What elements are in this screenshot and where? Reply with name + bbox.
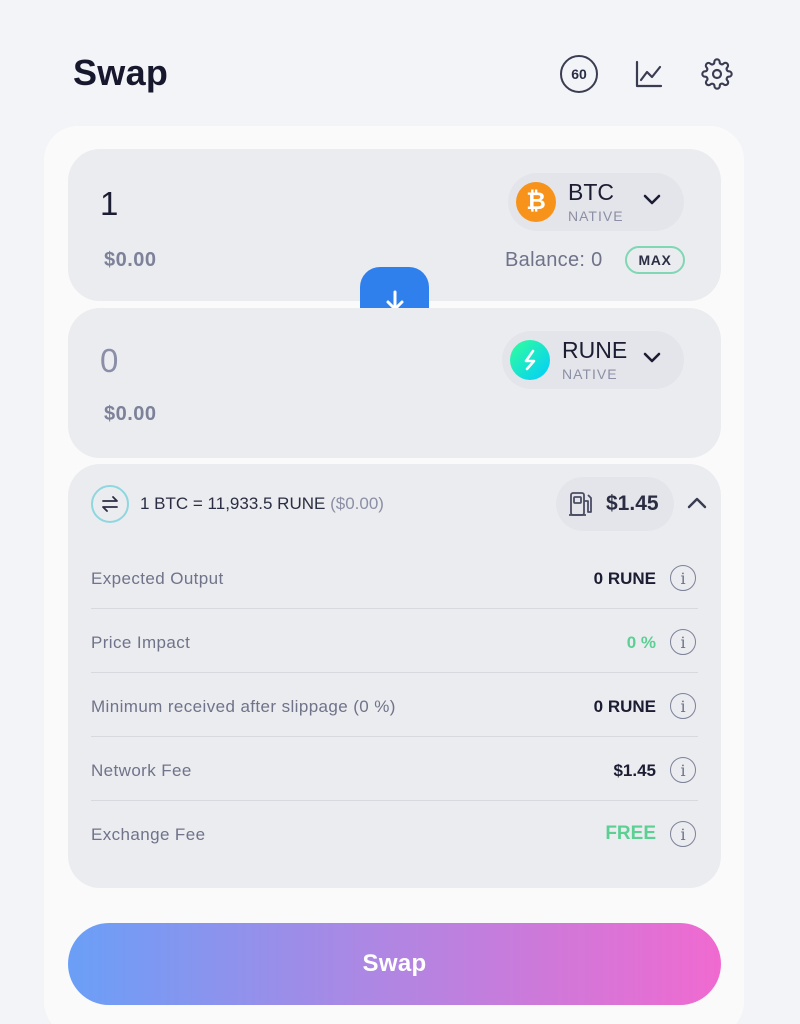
total-fee-pill[interactable]: $1.45 <box>556 477 674 531</box>
exchange-rate-icon <box>91 485 129 523</box>
detail-row-network-fee: Network Fee $1.45 i <box>91 737 698 801</box>
detail-row-minimum-received: Minimum received after slippage (0 %) 0 … <box>91 673 698 737</box>
detail-label: Exchange Fee <box>91 825 206 844</box>
detail-value: 0 RUNE <box>593 569 656 588</box>
refresh-timer-icon[interactable]: 60 <box>560 55 598 93</box>
detail-value: 0 % <box>626 633 656 652</box>
to-asset-selector[interactable]: RUNE NATIVE <box>502 331 684 389</box>
info-icon[interactable]: i <box>670 757 696 783</box>
chevron-up-icon[interactable] <box>686 495 708 511</box>
detail-value: $1.45 <box>613 761 656 780</box>
info-icon[interactable]: i <box>670 629 696 655</box>
info-icon[interactable]: i <box>670 693 696 719</box>
chevron-down-icon <box>643 352 661 363</box>
detail-row-expected-output: Expected Output 0 RUNE i <box>91 545 698 609</box>
to-asset-network: NATIVE <box>562 366 618 382</box>
detail-row-price-impact: Price Impact 0 % i <box>91 609 698 673</box>
info-icon[interactable]: i <box>670 565 696 591</box>
gear-icon[interactable] <box>701 58 733 90</box>
from-asset-network: NATIVE <box>568 208 624 224</box>
swap-page: Swap 60 1 $0.00 ₿ BTC NATIVE Balance: 0 … <box>0 0 800 1024</box>
btc-icon: ₿ <box>516 182 556 222</box>
chevron-down-icon <box>643 194 661 205</box>
from-usd-value: $0.00 <box>104 249 157 271</box>
swap-button[interactable]: Swap <box>68 923 721 1005</box>
from-asset-selector[interactable]: ₿ BTC NATIVE <box>508 173 684 231</box>
from-amount-input[interactable]: 1 <box>100 185 118 223</box>
gas-pump-icon <box>569 492 592 516</box>
total-fee-value: $1.45 <box>606 492 659 515</box>
exchange-rate-value: 1 BTC = 11,933.5 RUNE <box>140 494 326 513</box>
rune-icon <box>510 340 550 380</box>
detail-label: Expected Output <box>91 569 224 588</box>
from-asset-symbol: BTC <box>568 179 614 205</box>
info-icon[interactable]: i <box>670 821 696 847</box>
to-asset-symbol: RUNE <box>562 337 628 363</box>
to-amount-output: 0 <box>100 342 119 379</box>
detail-value: 0 RUNE <box>593 697 656 716</box>
balance-text: Balance: 0 <box>505 249 603 271</box>
page-title: Swap <box>73 52 169 93</box>
max-button[interactable]: MAX <box>625 246 685 274</box>
to-usd-value: $0.00 <box>104 403 157 425</box>
exchange-rate: 1 BTC = 11,933.5 RUNE ($0.00) <box>140 494 384 514</box>
exchange-rate-usd: ($0.00) <box>330 494 384 513</box>
detail-value: FREE <box>605 823 656 844</box>
header-actions: 60 <box>560 55 733 93</box>
detail-label: Price Impact <box>91 633 191 652</box>
detail-row-exchange-fee: Exchange Fee FREE i <box>91 801 698 865</box>
detail-label: Minimum received after slippage (0 %) <box>91 697 396 716</box>
detail-label: Network Fee <box>91 761 192 780</box>
chart-icon[interactable] <box>634 59 664 89</box>
